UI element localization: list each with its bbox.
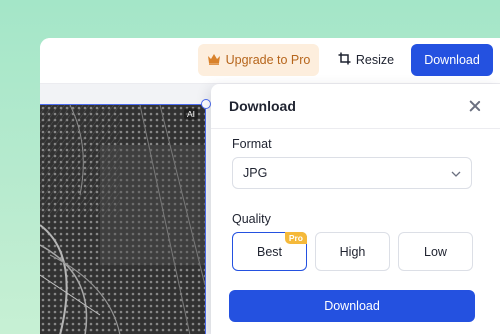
pro-badge: Pro: [284, 232, 307, 244]
chevron-down-icon: [451, 166, 461, 180]
quality-option-label: Best: [256, 244, 282, 259]
quality-option-label: Low: [424, 244, 447, 259]
quality-high-option[interactable]: High: [315, 232, 390, 271]
app-window: Upgrade to Pro Resize Download AI Downlo…: [40, 38, 500, 334]
download-panel: Download Format JPG Quality Best Pro Hig…: [211, 84, 500, 334]
canvas-image[interactable]: [40, 104, 206, 334]
format-select[interactable]: JPG: [232, 157, 472, 189]
crown-icon: [207, 53, 221, 68]
quality-option-label: High: [339, 244, 366, 259]
upgrade-label: Upgrade to Pro: [225, 53, 311, 67]
crop-icon: [338, 52, 351, 68]
format-value: JPG: [243, 166, 268, 180]
format-label: Format: [232, 137, 272, 151]
resize-label: Resize: [355, 53, 395, 67]
selection-handle[interactable]: [201, 99, 211, 109]
download-button-top[interactable]: Download: [411, 44, 493, 76]
upgrade-to-pro-button[interactable]: Upgrade to Pro: [198, 44, 319, 76]
quality-low-option[interactable]: Low: [398, 232, 473, 271]
close-icon[interactable]: [468, 99, 482, 113]
download-button[interactable]: Download: [229, 290, 475, 322]
panel-header: Download: [211, 84, 500, 129]
quality-best-option[interactable]: Best Pro: [232, 232, 307, 271]
ai-badge: AI: [184, 108, 199, 120]
resize-button[interactable]: Resize: [334, 44, 398, 76]
top-toolbar: Upgrade to Pro Resize Download: [40, 38, 500, 84]
panel-title: Download: [229, 98, 296, 114]
quality-label: Quality: [232, 212, 271, 226]
